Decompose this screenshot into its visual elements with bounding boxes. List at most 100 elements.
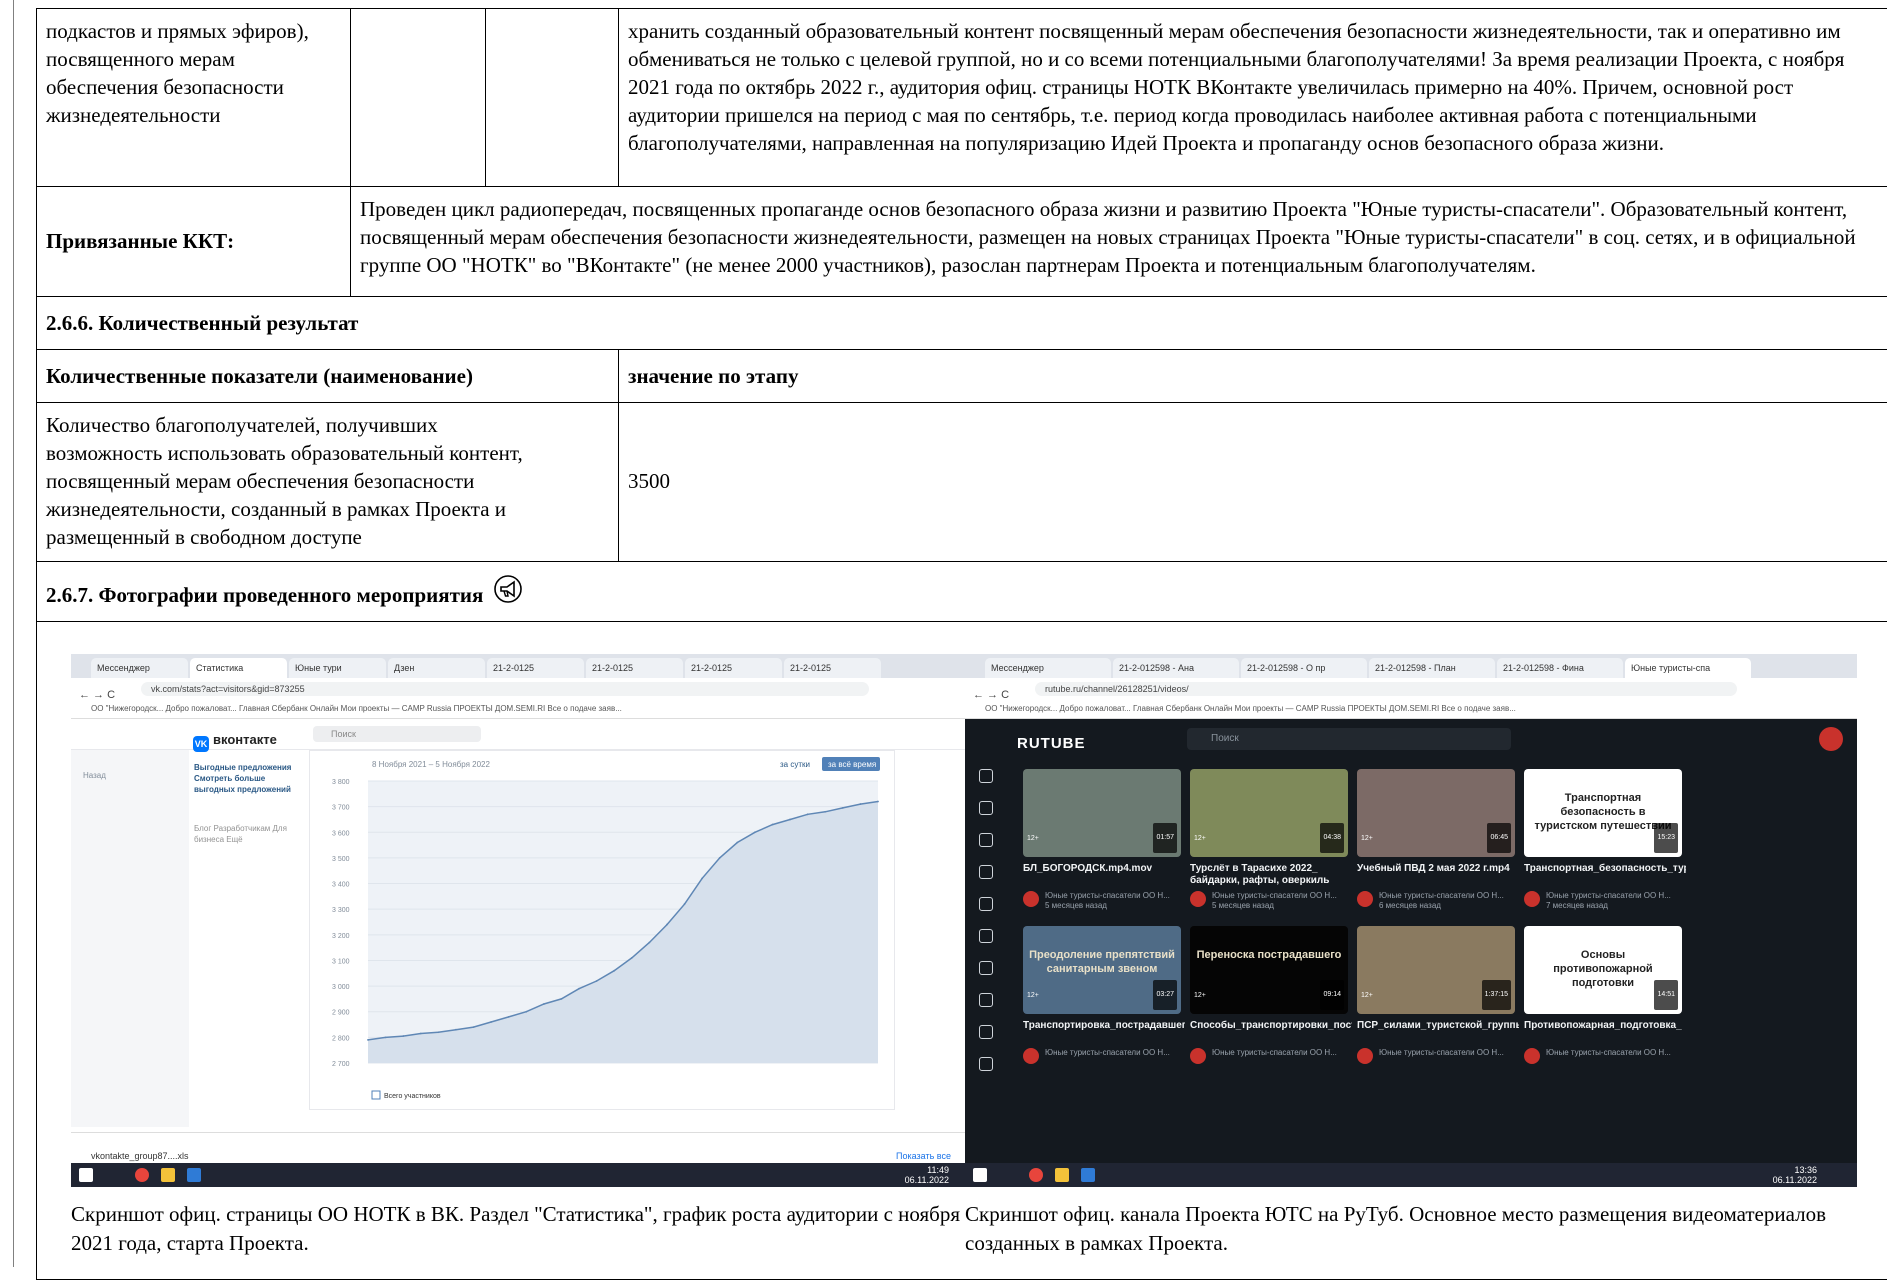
back-link: Назад [83,762,106,790]
thumbnail-overlay-text: Переноска пострадавшего [1196,948,1342,962]
y-tick-label: 3 700 [332,805,350,812]
rutube-screenshot-caption: Скриншот офиц. канала Проекта ЮТС на РуТ… [965,1200,1845,1258]
vk-header: VKвконтакте Поиск [71,719,989,750]
bookmarks-bar: ОО "Нижегородск... Добро пожаловат... Гл… [71,700,989,719]
photos-area: МессенджерСтатистикаЮные туриДзен21-2-01… [37,654,1887,1279]
data-point [807,813,809,815]
y-tick-label: 2 900 [332,1010,350,1017]
browser-tab[interactable]: 21-2-012598 - Фина [1497,658,1623,678]
data-point [648,942,650,944]
video-channel[interactable]: Юные туристы-спасатели ОО Н... [1212,1048,1374,1058]
browser-tab[interactable]: 21-2-012598 - План [1369,658,1495,678]
video-title[interactable]: Противопожарная_подготовка_ [1524,1020,1686,1032]
rutube-logo: RUTUBE [1017,730,1086,758]
browser-tab[interactable]: Дзен [388,658,485,678]
channel-avatar[interactable] [1190,891,1206,907]
video-title[interactable]: Способы_транспортировки_пост [1190,1020,1352,1032]
video-thumbnail[interactable]: Переноска пострадавшего09:1412+ [1190,926,1348,1014]
age-rating: 12+ [1194,982,1206,1010]
kkt-text: Проведен цикл радиопередач, посвященных … [351,187,1887,297]
video-title[interactable]: Учебный ПВД 2 мая 2022 г.mp4 [1357,863,1519,875]
channel-avatar[interactable] [1023,1048,1039,1064]
browser-tab[interactable]: 21-2-012598 - Ана [1113,658,1239,678]
browser-tab[interactable]: Юные туристы-спа [1625,658,1751,678]
data-point [525,1011,527,1013]
section-heading-2-6-6: 2.6.6. Количественный результат [37,297,1887,350]
channel-avatar[interactable] [1524,891,1540,907]
video-thumbnail[interactable]: Преодоление препятствий санитарным звено… [1023,926,1181,1014]
video-thumbnail[interactable]: Транспортная безопасность в туристском п… [1524,769,1682,857]
video-thumbnail[interactable]: 04:3812+ [1190,769,1348,857]
browser-tab[interactable]: Мессенджер [985,658,1111,678]
browser-tab[interactable]: Статистика [190,658,287,678]
video-thumbnail[interactable]: 1:37:1512+ [1357,926,1515,1014]
data-point [684,903,686,905]
browser-tab[interactable]: 21-2-0125 [487,658,584,678]
rutube-header: RUTUBE Поиск [965,719,1857,759]
channel-avatar[interactable] [1023,891,1039,907]
video-thumbnail[interactable]: 06:4512+ [1357,769,1515,857]
clock: 11:4906.11.2022 [905,1165,949,1185]
channel-avatar[interactable] [1524,1048,1540,1064]
browser-tab[interactable]: 21-2-0125 [586,658,683,678]
vk-logo: VKвконтакте [193,726,277,754]
y-tick-label: 3 600 [332,830,350,837]
video-age: 6 месяцев назад [1379,901,1541,911]
channel-avatar[interactable] [1357,1048,1373,1064]
table-row: МессенджерСтатистикаЮные туриДзен21-2-01… [37,622,1887,1280]
video-channel[interactable]: Юные туристы-спасатели ОО Н... [1045,1048,1207,1058]
y-tick-label: 3 200 [332,933,350,940]
video-title[interactable]: БЛ_БОГОРОДСК.mp4.mov [1023,863,1185,875]
video-channel[interactable]: Юные туристы-спасатели ОО Н... [1546,891,1708,901]
data-point [824,811,826,813]
video-age: 5 месяцев назад [1045,901,1207,911]
browser-tab[interactable]: 21-2-012598 - О пр [1241,658,1367,678]
browser-tab[interactable]: Мессенджер [91,658,188,678]
browser-tab[interactable]: 21-2-0125 [685,658,782,678]
address-bar: ← → C rutube.ru/channel/26128251/videos/ [965,678,1857,700]
video-duration: 14:51 [1654,980,1678,1010]
period-day-button: за сутки [780,760,810,769]
data-point [455,1029,457,1031]
video-channel[interactable]: Юные туристы-спасатели ОО Н... [1546,1048,1708,1058]
data-point [772,824,774,826]
y-tick-label: 3 500 [332,856,350,863]
video-title[interactable]: ПСР_силами_туристской_группы [1357,1020,1519,1032]
video-title[interactable]: Турслёт в Тарасихе 2022_ байдарки, рафты… [1190,863,1352,887]
video-channel[interactable]: Юные туристы-спасатели ОО Н... [1212,891,1374,901]
video-duration: 1:37:15 [1482,980,1511,1010]
video-channel[interactable]: Юные туристы-спасатели ОО Н... [1379,891,1541,901]
video-duration: 04:38 [1320,823,1344,853]
data-point [367,1039,369,1041]
avatar [1819,727,1843,751]
data-point [437,1031,439,1033]
video-thumbnail[interactable]: 01:5712+ [1023,769,1181,857]
data-point [561,998,563,1000]
video-channel[interactable]: Юные туристы-спасатели ОО Н... [1045,891,1207,901]
indicators-column-header: Количественные показатели (наименование) [37,350,619,403]
vk-screenshot-caption: Скриншот офиц. страницы ОО НОТК в ВК. Ра… [71,1200,971,1258]
result-description-cell: хранить созданный образовательный контен… [619,9,1887,187]
browser-tab[interactable]: 21-2-0125 [784,658,881,678]
video-duration: 06:45 [1487,823,1511,853]
table-row: подкастов и прямых эфиров), посвященного… [37,9,1887,187]
rutube-sidebar [965,759,1005,1163]
rutube-search-input: Поиск [1187,728,1511,750]
vk-chart-panel: 8 Ноября 2021 – 5 Ноября 2022за суткиза … [309,750,895,1110]
video-title[interactable]: Транспортировка_пострадавшег [1023,1020,1185,1032]
data-point [613,970,615,972]
data-point [754,831,756,833]
channel-avatar[interactable] [1357,891,1373,907]
legend-label: Всего участников [384,1093,441,1100]
data-point [508,1016,510,1018]
browser-tabs: МессенджерСтатистикаЮные туриДзен21-2-01… [71,654,989,678]
indicator-name-cell: Количество благополучателей, получивших … [37,403,619,562]
video-duration: 03:27 [1153,980,1177,1010]
video-title[interactable]: Транспортная_безопасность_тур [1524,863,1686,875]
channel-avatar[interactable] [1190,1048,1206,1064]
video-thumbnail[interactable]: Основы противопожарной подготовки14:5112… [1524,926,1682,1014]
data-point [578,988,580,990]
browser-tab[interactable]: Юные тури [289,658,386,678]
video-channel[interactable]: Юные туристы-спасатели ОО Н... [1379,1048,1541,1058]
vk-statistics-screenshot: МессенджерСтатистикаЮные туриДзен21-2-01… [71,654,989,1187]
